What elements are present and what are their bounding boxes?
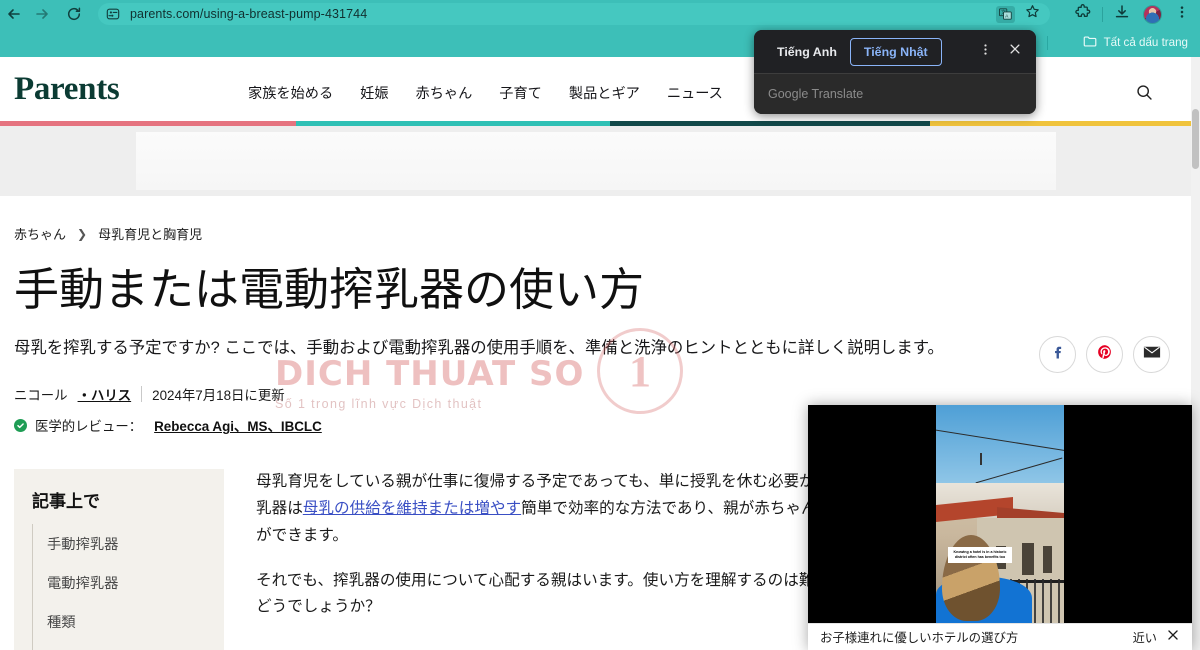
email-share-button[interactable]: [1133, 336, 1170, 373]
toc-title: 記事上で: [32, 492, 100, 512]
video-actions: 近い: [1133, 628, 1180, 647]
folder-icon: [1083, 35, 1098, 51]
nav-item-start-family[interactable]: 家族を始める: [248, 83, 333, 103]
all-bookmarks-label: Tất cả dấu trang: [1103, 36, 1188, 49]
page-info-icon[interactable]: [104, 5, 122, 23]
video-window-2: [1022, 543, 1035, 575]
translate-tab-source[interactable]: Tiếng Anh: [764, 38, 850, 66]
envelope-icon: [1143, 345, 1161, 364]
download-icon: [1114, 4, 1130, 25]
google-translate-label: Google Translate: [768, 87, 864, 101]
inline-link-milk-supply[interactable]: 母乳の供給を維持または増やす: [303, 500, 521, 517]
profile-button[interactable]: [1138, 0, 1166, 28]
video-control-bar: お子様連れに優しいホテルの選び方 近い: [808, 623, 1192, 650]
ad-slot-container: [0, 126, 1192, 196]
site-navigation: 家族を始める 妊娠 赤ちゃん 子育て 製品とギア ニュース: [248, 83, 723, 103]
table-of-contents: 記事上で 手動搾乳器 電動搾乳器 種類 いつ搾乳するか: [14, 469, 224, 650]
profile-avatar: [1142, 4, 1162, 24]
chevron-right-icon: ❯: [77, 226, 88, 241]
ad-slot: [136, 132, 1056, 190]
close-icon: [1008, 42, 1022, 61]
toc-item-when-to-pump[interactable]: いつ搾乳するか: [47, 641, 208, 650]
pinterest-icon: [1096, 343, 1114, 366]
extensions-puzzle-icon: [1075, 3, 1091, 25]
article-dek: 母乳を搾乳する予定ですか? ここでは、手動および電動搾乳器の使用手順を、準備と洗…: [14, 339, 944, 358]
toolbar-actions: [1069, 0, 1196, 28]
toc-item-manual-pump[interactable]: 手動搾乳器: [47, 524, 208, 563]
forward-arrow-icon: [34, 6, 50, 22]
facebook-icon: [1049, 344, 1066, 366]
translate-popup-footer: Google Translate: [754, 74, 1036, 114]
verified-check-icon: [14, 418, 27, 432]
back-button[interactable]: [0, 0, 28, 28]
address-bar[interactable]: parents.com/using-a-breast-pump-431744 文…: [98, 3, 1050, 25]
author-link[interactable]: ・ハリス: [78, 384, 132, 404]
scrollbar-thumb[interactable]: [1192, 109, 1199, 169]
pinterest-share-button[interactable]: [1086, 336, 1123, 373]
video-frame: Knowing a hotel is in a historic distric…: [936, 405, 1064, 623]
breadcrumb-item-baby[interactable]: 赤ちゃん: [14, 224, 66, 243]
three-dot-menu-icon: [1175, 5, 1189, 24]
browser-window: parents.com/using-a-breast-pump-431744 文…: [0, 0, 1200, 650]
translate-options-button[interactable]: [972, 39, 998, 65]
breadcrumb: 赤ちゃん ❯ 母乳育児と胸育児: [14, 224, 1178, 243]
nav-item-products-gear[interactable]: 製品とギア: [569, 83, 640, 103]
medical-review-label: 医学的レビュー：: [35, 419, 143, 435]
three-dot-menu-icon: [979, 43, 992, 61]
translate-language-tabs: Tiếng Anh Tiếng Nhật: [754, 30, 1036, 74]
close-icon[interactable]: [1166, 628, 1180, 647]
video-close-label[interactable]: 近い: [1133, 628, 1157, 646]
share-buttons: [1039, 336, 1170, 373]
page-title: 手動または電動搾乳器の使い方: [14, 264, 645, 315]
site-search-button[interactable]: [1135, 83, 1154, 107]
brand-color-stripe: [0, 121, 1192, 126]
translate-tab-target[interactable]: Tiếng Nhật: [849, 37, 942, 66]
nav-item-parenting[interactable]: 子育て: [499, 83, 542, 103]
reload-button[interactable]: [60, 0, 88, 28]
downloads-button[interactable]: [1108, 0, 1136, 28]
all-bookmarks-button[interactable]: Tất cả dấu trang: [1077, 32, 1194, 53]
chrome-menu-button[interactable]: [1168, 0, 1196, 28]
extensions-button[interactable]: [1069, 0, 1097, 28]
byline: ニコール ・ハリス 2024年7月18日に更新: [14, 384, 1178, 404]
translate-popup-actions: [972, 39, 1028, 65]
page-scrollbar[interactable]: [1191, 57, 1200, 650]
toc-list: 手動搾乳器 電動搾乳器 種類 いつ搾乳するか: [32, 524, 208, 650]
site-logo[interactable]: Parents: [14, 71, 120, 108]
nav-item-news[interactable]: ニュース: [667, 83, 723, 103]
toc-item-types[interactable]: 種類: [47, 602, 208, 641]
bookmarks-divider: [1047, 36, 1048, 50]
floating-video-player[interactable]: Knowing a hotel is in a historic distric…: [808, 405, 1192, 650]
facebook-share-button[interactable]: [1039, 336, 1076, 373]
breadcrumb-item-breastfeeding[interactable]: 母乳育児と胸育児: [98, 224, 202, 243]
bookmark-star-icon[interactable]: [1025, 4, 1040, 24]
translate-close-button[interactable]: [1002, 39, 1028, 65]
search-icon: [1135, 85, 1154, 106]
updated-date: 2024年7月18日に更新: [152, 388, 285, 404]
reviewer-link[interactable]: Rebecca Agi、MS、IBCLC: [154, 415, 322, 435]
video-title[interactable]: お子様連れに優しいホテルの選び方: [820, 628, 1018, 646]
reload-icon: [66, 6, 82, 22]
google-translate-popup: Tiếng Anh Tiếng Nhật Google Translate: [754, 30, 1036, 114]
video-stage[interactable]: Knowing a hotel is in a historic distric…: [808, 405, 1192, 623]
video-overlay-caption: Knowing a hotel is in a historic distric…: [948, 547, 1012, 563]
forward-button[interactable]: [28, 0, 56, 28]
byline-divider: [141, 386, 143, 403]
video-window-3: [1043, 545, 1052, 573]
video-pole: [979, 452, 982, 465]
browser-toolbar: parents.com/using-a-breast-pump-431744 文…: [0, 0, 1200, 28]
nav-item-pregnancy[interactable]: 妊娠: [360, 83, 388, 103]
toc-item-electric-pump[interactable]: 電動搾乳器: [47, 563, 208, 602]
nav-item-baby[interactable]: 赤ちゃん: [416, 83, 473, 103]
toolbar-divider: [1102, 6, 1103, 22]
back-arrow-icon: [6, 6, 22, 22]
url-text[interactable]: parents.com/using-a-breast-pump-431744: [130, 7, 367, 21]
translate-icon[interactable]: 文 A: [996, 5, 1015, 23]
author-prefix: ニコール: [14, 388, 68, 404]
